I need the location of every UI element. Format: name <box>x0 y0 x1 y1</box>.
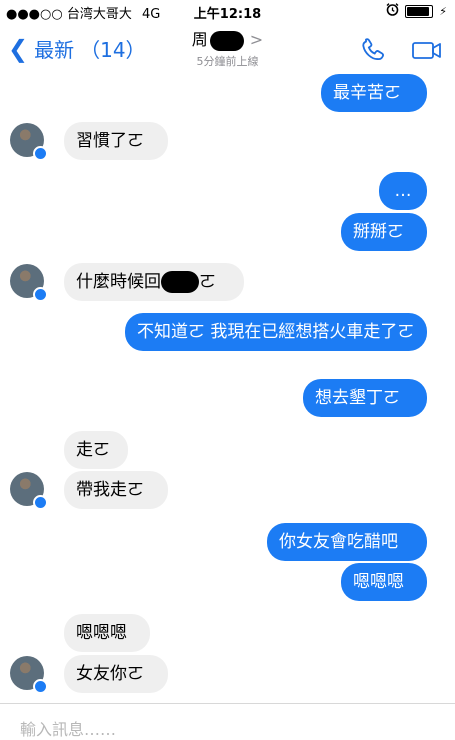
message-text: 嗯嗯嗯 <box>353 572 404 592</box>
charging-bolt-icon: ⚡ <box>439 5 447 18</box>
message-bubble-outgoing[interactable]: 不知道ㄛ 我現在已經想搭火車走了ㄛ <box>125 313 427 351</box>
alarm-clock-icon <box>386 3 399 20</box>
redacted-name <box>209 30 244 51</box>
message-text: 你女友會吃醋吧 <box>279 532 398 552</box>
message-text: 最辛苦ㄛ <box>333 83 401 103</box>
message-text: 什麼時候回 <box>76 272 161 292</box>
message-bubble-incoming[interactable]: 帶我走ㄛ <box>64 471 168 509</box>
contact-avatar[interactable] <box>10 123 48 161</box>
messenger-badge-icon <box>33 287 48 302</box>
message-text: ㄛ <box>199 272 216 292</box>
messenger-badge-icon <box>33 146 48 161</box>
message-text: 掰掰ㄛ <box>353 222 404 242</box>
message-text: 女友你ㄛ <box>76 664 144 684</box>
contact-avatar[interactable] <box>10 656 48 694</box>
status-time: 上午12:18 <box>193 7 262 22</box>
message-bubble-incoming[interactable]: 走ㄛ <box>64 431 128 469</box>
status-bar: ●●●○○ 台湾大哥大 4G 上午12:18 ⚡ <box>0 0 455 22</box>
redacted-text <box>161 271 199 293</box>
message-bubble-outgoing[interactable]: 想去墾丁ㄛ <box>303 379 427 417</box>
message-bubble-incoming[interactable]: 女友你ㄛ <box>64 655 168 693</box>
message-text: 不知道ㄛ 我現在已經想搭火車走了ㄛ <box>137 322 415 342</box>
chat-header: ❮ 最新 （14） 周 > 5分鐘前上線 <box>0 22 455 74</box>
message-bubble-incoming[interactable]: 習慣了ㄛ <box>64 122 168 160</box>
messenger-badge-icon <box>33 495 48 510</box>
chevron-right-icon: > <box>249 30 264 49</box>
message-bubble-incoming[interactable]: 什麼時候回 ㄛ <box>64 263 244 301</box>
message-bubble-outgoing[interactable]: 你女友會吃醋吧 <box>267 523 427 561</box>
battery-icon <box>405 5 434 18</box>
message-text: 想去墾丁ㄛ <box>315 388 400 408</box>
message-text: 走ㄛ <box>76 440 110 460</box>
message-text: 帶我走ㄛ <box>76 480 144 500</box>
message-bubble-incoming[interactable]: 嗯嗯嗯 <box>64 614 150 652</box>
contact-avatar[interactable] <box>10 264 48 302</box>
message-bubble-outgoing[interactable]: 嗯嗯嗯 <box>341 563 427 601</box>
message-bubble-outgoing[interactable]: … <box>379 172 427 210</box>
contact-avatar[interactable] <box>10 472 48 510</box>
message-input[interactable]: 輸入訊息…… <box>20 716 116 740</box>
phone-icon[interactable] <box>359 36 387 68</box>
message-text: 習慣了ㄛ <box>76 131 144 151</box>
message-bubble-outgoing[interactable]: 最辛苦ㄛ <box>321 74 427 112</box>
message-text: 嗯嗯嗯 <box>76 623 127 643</box>
video-camera-icon[interactable] <box>411 36 443 68</box>
message-text: … <box>394 181 412 201</box>
contact-name: 周 <box>191 30 208 49</box>
messenger-badge-icon <box>33 679 48 694</box>
composer-divider <box>0 703 455 704</box>
message-bubble-outgoing[interactable]: 掰掰ㄛ <box>341 213 427 251</box>
